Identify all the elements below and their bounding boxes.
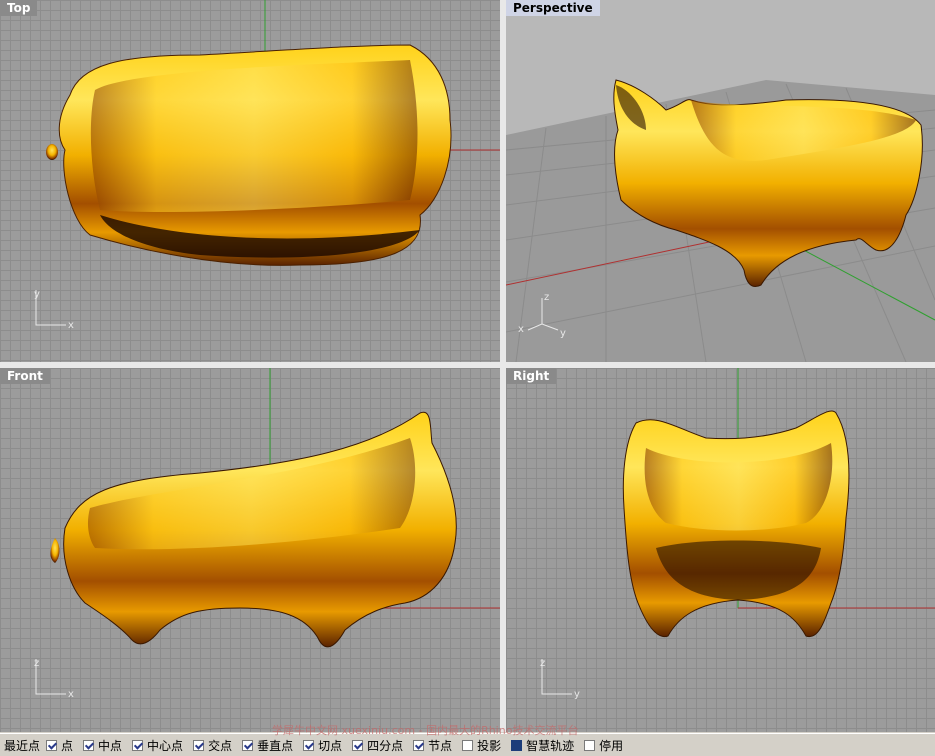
axis-icon-perspective: z x y	[518, 292, 566, 338]
viewport-top[interactable]: Top y x	[0, 0, 500, 362]
viewport-perspective[interactable]: Perspective z x y	[506, 0, 935, 362]
osnap-label: 垂直点	[257, 738, 294, 753]
osnap-item[interactable]: 垂直点	[242, 737, 293, 754]
axis-label-y: y	[574, 689, 580, 700]
osnap-label: 点	[61, 738, 74, 753]
osnap-item[interactable]: 中点	[83, 737, 122, 754]
osnap-checkbox[interactable]	[303, 739, 315, 751]
axis-icon-right: z y	[540, 658, 580, 700]
osnap-item[interactable]: 停用	[584, 737, 623, 754]
osnap-label: 节点	[428, 738, 453, 753]
osnap-label: 四分点	[367, 738, 404, 753]
axis-label-y: y	[34, 289, 40, 300]
osnap-checkbox[interactable]	[132, 739, 144, 751]
watermark-text: 学犀牛中文网 xuexiniu.com - 国内最大的Rhino技术交流平台	[272, 724, 579, 737]
osnap-label: 中点	[98, 738, 123, 753]
osnap-item[interactable]: 中心点	[132, 737, 183, 754]
viewport-title-top[interactable]: Top	[0, 0, 38, 16]
osnap-item[interactable]: 交点	[193, 737, 232, 754]
osnap-label: 切点	[318, 738, 343, 753]
axis-label-z: z	[540, 658, 545, 669]
osnap-checkbox[interactable]	[242, 739, 254, 751]
osnap-checkbox[interactable]	[584, 739, 596, 751]
osnap-checkbox[interactable]	[193, 739, 205, 751]
axis-label-x: x	[518, 324, 524, 335]
axis-label-x: x	[68, 320, 74, 331]
osnap-checkbox[interactable]	[413, 739, 425, 751]
axis-icon-top: y x	[34, 289, 74, 331]
osnap-item[interactable]: 切点	[303, 737, 342, 754]
viewport-front[interactable]: Front z x	[0, 368, 500, 732]
osnap-item[interactable]: 四分点	[352, 737, 403, 754]
axis-label-z: z	[544, 292, 549, 303]
viewport-right[interactable]: Right z y	[506, 368, 935, 732]
axis-label-x: x	[68, 689, 74, 700]
viewport-title-perspective[interactable]: Perspective	[506, 0, 600, 16]
osnap-checkbox[interactable]	[46, 739, 58, 751]
osnap-item[interactable]: 智慧轨迹	[511, 737, 574, 754]
axis-icon-front: z x	[34, 658, 74, 700]
osnap-label: 交点	[208, 738, 233, 753]
osnap-label: 投影	[477, 738, 502, 753]
osnap-item[interactable]: 点	[46, 737, 73, 754]
axis-label-y: y	[560, 328, 566, 338]
viewport-title-front[interactable]: Front	[0, 368, 50, 384]
osnap-checkbox[interactable]	[511, 739, 523, 751]
axis-label-z: z	[34, 658, 39, 669]
osnap-checkbox[interactable]	[83, 739, 95, 751]
viewport-title-right[interactable]: Right	[506, 368, 557, 384]
osnap-list: 点 中点 中心点 交点 垂直点 切点 四分点 节点 投影 智慧轨迹 停用	[46, 737, 633, 754]
osnap-label: 中心点	[147, 738, 184, 753]
osnap-checkbox[interactable]	[352, 739, 364, 751]
viewport-divider-horizontal[interactable]	[0, 362, 935, 368]
osnap-label: 停用	[599, 738, 624, 753]
osnap-item[interactable]: 投影	[462, 737, 501, 754]
osnap-label: 智慧轨迹	[526, 738, 575, 753]
osnap-label-nearest[interactable]: 最近点	[4, 737, 40, 754]
osnap-checkbox[interactable]	[462, 739, 474, 751]
osnap-item[interactable]: 节点	[413, 737, 452, 754]
